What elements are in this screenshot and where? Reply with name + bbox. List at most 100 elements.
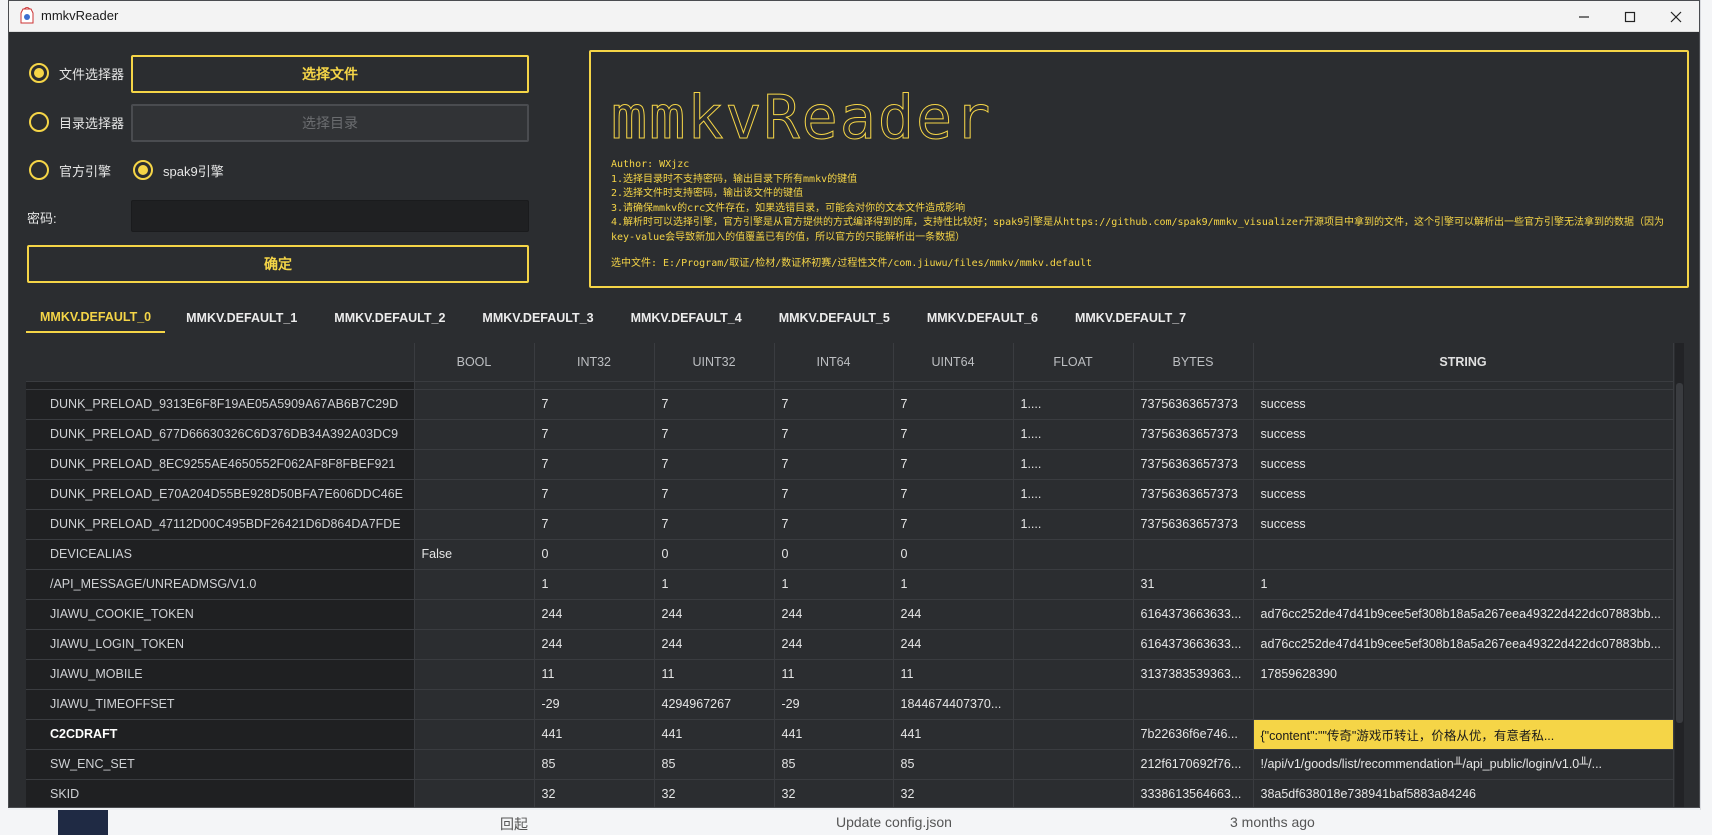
cell-int64[interactable]: 11 — [774, 659, 894, 690]
engine-official-option[interactable]: 官方引擎 — [29, 160, 111, 180]
file-selector-option[interactable]: 文件选择器 — [29, 63, 124, 83]
cell-bytes[interactable]: 73756363657373 — [1133, 389, 1254, 420]
cell-string[interactable]: !/api/v1/goods/list/recommendation╨/api_… — [1253, 749, 1674, 780]
cell-uint64[interactable]: 7 — [893, 479, 1014, 510]
column-header-uint64[interactable]: UINT64 — [893, 343, 1014, 382]
vertical-scrollbar[interactable] — [1675, 343, 1684, 807]
cell-uint64[interactable]: 32 — [893, 779, 1014, 807]
cell-bool[interactable] — [414, 689, 535, 720]
cell-float[interactable] — [1013, 749, 1134, 780]
tab-mmkv-default-3[interactable]: MMKV.DEFAULT_3 — [468, 303, 607, 333]
cell-uint32[interactable]: 7 — [654, 509, 775, 540]
cell-int64[interactable]: 7 — [774, 419, 894, 450]
cell-float[interactable] — [1013, 659, 1134, 690]
cell-bytes[interactable]: 73756363657373 — [1133, 449, 1254, 480]
column-header-uint32[interactable]: UINT32 — [654, 343, 775, 382]
cell-bytes[interactable]: 73756363657373 — [1133, 479, 1254, 510]
row-key-cell[interactable]: JIAWU_COOKIE_TOKEN — [26, 599, 415, 630]
cell-bool[interactable] — [414, 599, 535, 630]
cell-int32[interactable]: 7 — [534, 479, 655, 510]
cell-uint32[interactable]: 244 — [654, 599, 775, 630]
cell-uint64[interactable]: 85 — [893, 749, 1014, 780]
cell-float[interactable] — [1013, 539, 1134, 570]
cell-string[interactable]: success — [1253, 449, 1674, 480]
cell-string[interactable]: success — [1253, 419, 1674, 450]
table-row[interactable]: JIAWU_TIMEOFFSET -29 4294967267 -29 18446744… — [26, 689, 1674, 720]
select-dir-button[interactable]: 选择目录 — [131, 104, 529, 142]
engine-official-radio[interactable] — [29, 160, 49, 180]
table-row[interactable]: SW_ENC_SET 85 85 85 85 212f6170692f76... !/api… — [26, 749, 1674, 780]
cell-bytes[interactable]: 212f6170692f76... — [1133, 749, 1254, 780]
cell-uint64[interactable]: 1 — [893, 569, 1014, 600]
cell-int32[interactable]: 7 — [534, 449, 655, 480]
cell-int64[interactable]: 1 — [774, 569, 894, 600]
minimize-button[interactable] — [1561, 1, 1607, 32]
cell-int64[interactable]: 7 — [774, 509, 894, 540]
table-row[interactable]: DEVICEALIAS False 0 0 0 0 — [26, 539, 1674, 570]
cell-bool[interactable] — [414, 419, 535, 450]
cell-uint64[interactable]: 244 — [893, 599, 1014, 630]
engine-spak9-radio[interactable] — [133, 160, 153, 180]
cell-float[interactable] — [1013, 569, 1134, 600]
tab-mmkv-default-0[interactable]: MMKV.DEFAULT_0 — [26, 303, 166, 333]
cell-int32[interactable]: 441 — [534, 719, 655, 750]
cell-bool[interactable] — [414, 629, 535, 660]
cell-bool[interactable]: False — [414, 539, 535, 570]
row-key-cell[interactable]: SW_ENC_SET — [26, 749, 415, 780]
cell-int64[interactable]: 32 — [774, 779, 894, 807]
cell-bool[interactable] — [414, 569, 535, 600]
cell-string[interactable]: ad76cc252de47d41b9cee5ef308b18a5a267eea4… — [1253, 629, 1674, 660]
table-row[interactable]: C2CDRAFT 441 441 441 441 7b22636f6e746... {"co… — [26, 719, 1674, 750]
column-header-key[interactable] — [26, 343, 415, 382]
cell-float[interactable] — [1013, 689, 1134, 720]
cell-uint32[interactable]: 4294967267 — [654, 689, 775, 720]
cell-string[interactable]: success — [1253, 479, 1674, 510]
cell-uint32[interactable]: 32 — [654, 779, 775, 807]
cell-string[interactable]: success — [1253, 509, 1674, 540]
row-key-cell[interactable]: C2CDRAFT — [26, 719, 415, 750]
row-key-cell[interactable]: DUNK_PRELOAD_677D66630326C6D376DB34A392A… — [26, 419, 415, 450]
cell-uint64[interactable]: 7 — [893, 419, 1014, 450]
table-row[interactable]: JIAWU_LOGIN_TOKEN 244 244 244 244 61643736636… — [26, 629, 1674, 660]
cell-bool[interactable] — [414, 389, 535, 420]
cell-string[interactable]: 17859628390 — [1253, 659, 1674, 690]
cell-bool[interactable] — [414, 509, 535, 540]
select-file-button[interactable]: 选择文件 — [131, 55, 529, 93]
close-button[interactable] — [1653, 1, 1699, 32]
cell-bytes[interactable]: 31 — [1133, 569, 1254, 600]
cell-bytes[interactable]: 7b22636f6e746... — [1133, 719, 1254, 750]
cell-uint64[interactable]: 244 — [893, 629, 1014, 660]
cell-bool[interactable] — [414, 749, 535, 780]
column-header-bool[interactable]: BOOL — [414, 343, 535, 382]
row-key-cell[interactable]: DUNK_PRELOAD_9313E6F8F19AE05A5909A67AB6B… — [26, 389, 415, 420]
column-header-bytes[interactable]: BYTES — [1133, 343, 1254, 382]
engine-spak9-option[interactable]: spak9引擎 — [133, 160, 224, 180]
cell-string[interactable]: 1 — [1253, 569, 1674, 600]
cell-bool[interactable] — [414, 449, 535, 480]
file-selector-radio[interactable] — [29, 63, 49, 83]
tab-mmkv-default-1[interactable]: MMKV.DEFAULT_1 — [172, 303, 311, 333]
cell-int32[interactable]: 244 — [534, 599, 655, 630]
cell-int64[interactable]: -29 — [774, 689, 894, 720]
tab-mmkv-default-7[interactable]: MMKV.DEFAULT_7 — [1061, 303, 1200, 333]
cell-int64[interactable]: 244 — [774, 629, 894, 660]
cell-uint64[interactable]: 7 — [893, 449, 1014, 480]
row-key-cell[interactable]: JIAWU_TIMEOFFSET — [26, 689, 415, 720]
table-row[interactable]: DUNK_PRELOAD_E70A204D55BE928D50BFA7E606D… — [26, 479, 1674, 510]
confirm-button[interactable]: 确定 — [27, 245, 529, 283]
tab-mmkv-default-6[interactable]: MMKV.DEFAULT_6 — [913, 303, 1052, 333]
table-row[interactable]: JIAWU_COOKIE_TOKEN 244 244 244 244 6164373663… — [26, 599, 1674, 630]
cell-float[interactable]: 1.... — [1013, 389, 1134, 420]
table-row[interactable]: DUNK_PRELOAD_677D66630326C6D376DB34A392A… — [26, 419, 1674, 450]
cell-bytes[interactable]: 73756363657373 — [1133, 419, 1254, 450]
cell-float[interactable]: 1.... — [1013, 479, 1134, 510]
password-input[interactable] — [131, 200, 529, 232]
cell-int32[interactable]: 1 — [534, 569, 655, 600]
cell-bool[interactable] — [414, 659, 535, 690]
cell-string[interactable]: success — [1253, 389, 1674, 420]
table-row[interactable]: JIAWU_MOBILE 11 11 11 11 3137383539363... 1785… — [26, 659, 1674, 690]
dir-selector-option[interactable]: 目录选择器 — [29, 112, 124, 132]
cell-int64[interactable]: 244 — [774, 599, 894, 630]
cell-int64[interactable]: 0 — [774, 539, 894, 570]
cell-int64[interactable]: 7 — [774, 479, 894, 510]
